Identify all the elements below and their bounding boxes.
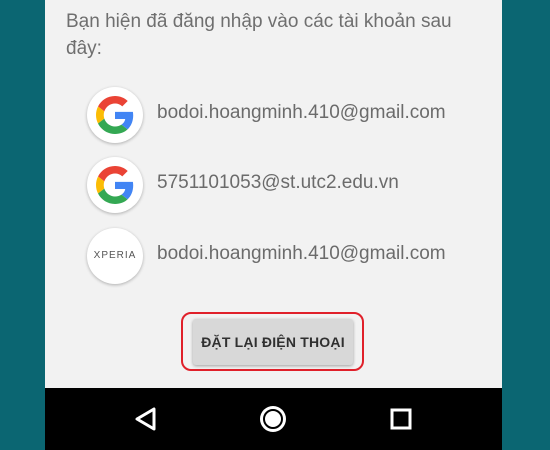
intro-text: Bạn hiện đã đăng nhập vào các tài khoản … bbox=[66, 11, 452, 59]
account-email: bodoi.hoangminh.410@gmail.com bbox=[157, 243, 446, 264]
google-icon bbox=[96, 166, 134, 204]
account-email: bodoi.hoangminh.410@gmail.com bbox=[157, 102, 446, 123]
back-button[interactable] bbox=[125, 398, 167, 440]
account-item: XPERIA bodoi.hoangminh.410@gmail.com bbox=[87, 228, 487, 288]
android-navigation-bar bbox=[45, 388, 502, 450]
account-item: 5751101053@st.utc2.edu.vn bbox=[87, 157, 487, 217]
phone-screen: Bạn hiện đã đăng nhập vào các tài khoản … bbox=[45, 0, 502, 450]
reset-confirmation-content: Bạn hiện đã đăng nhập vào các tài khoản … bbox=[45, 0, 502, 388]
account-item: bodoi.hoangminh.410@gmail.com bbox=[87, 87, 487, 147]
back-triangle-icon bbox=[135, 407, 156, 431]
account-email: 5751101053@st.utc2.edu.vn bbox=[157, 172, 399, 193]
recents-button[interactable] bbox=[380, 398, 422, 440]
home-button[interactable] bbox=[252, 398, 294, 440]
recents-square-icon bbox=[390, 408, 412, 430]
reset-phone-button[interactable]: ĐẶT LẠI ĐIỆN THOẠI bbox=[193, 319, 353, 365]
xperia-logo-text: XPERIA bbox=[93, 250, 137, 261]
xperia-icon: XPERIA bbox=[87, 228, 143, 284]
account-avatar bbox=[87, 157, 143, 213]
home-circle-icon bbox=[260, 406, 286, 432]
account-avatar bbox=[87, 87, 143, 143]
google-icon bbox=[96, 96, 134, 134]
